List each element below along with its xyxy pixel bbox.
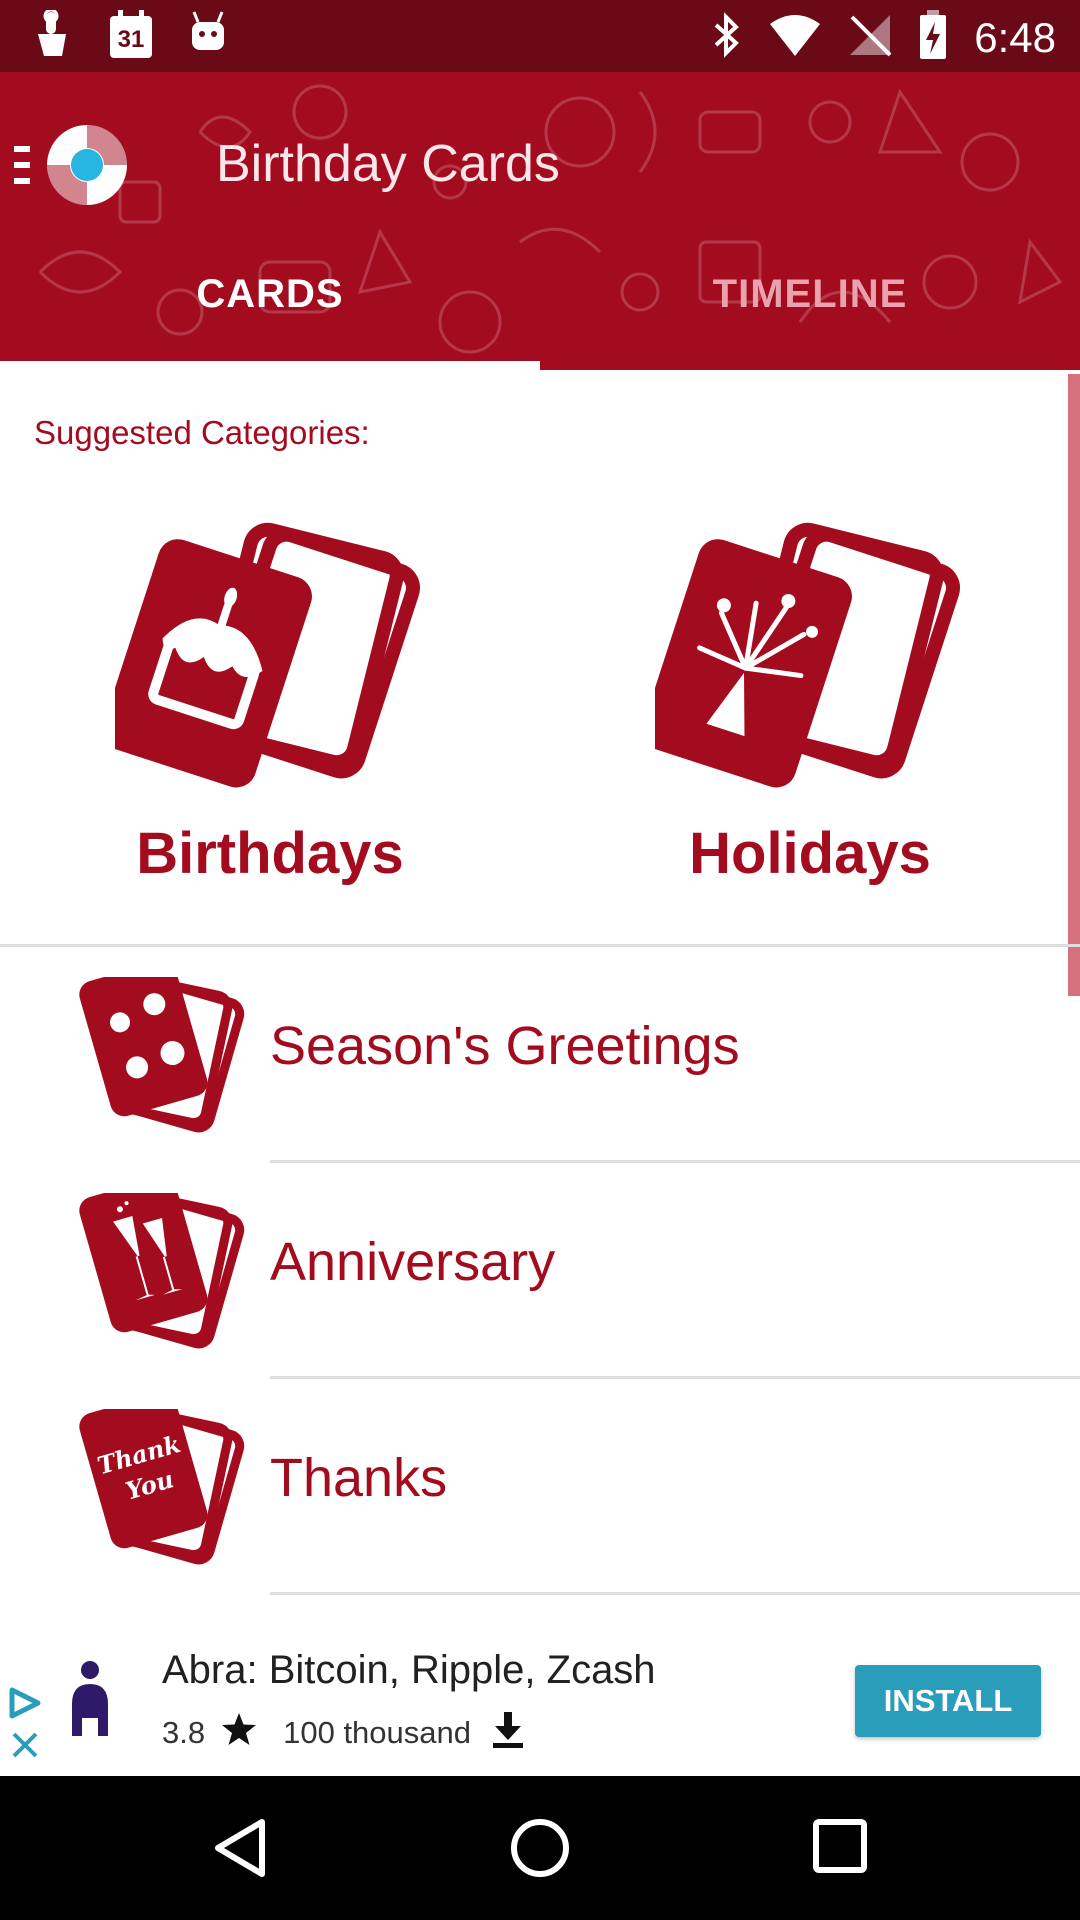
cards-content[interactable]: Suggested Categories: Birthdays Holidays… xyxy=(0,370,1080,1650)
ad-rating: 3.8 xyxy=(162,1715,206,1750)
ad-choices-icon[interactable] xyxy=(6,1686,44,1725)
nav-bar xyxy=(0,1776,1080,1920)
calendar-day: 31 xyxy=(117,26,145,53)
ad-downloads: 100 thousand xyxy=(283,1715,472,1750)
ad-app-icon[interactable] xyxy=(68,1660,112,1745)
back-icon[interactable] xyxy=(210,1816,270,1885)
thank-you-card-icon: Thank You xyxy=(46,1392,246,1594)
calendar-icon: 31 xyxy=(108,10,154,60)
no-signal-icon xyxy=(848,13,892,62)
ad-close-icon[interactable] xyxy=(10,1730,40,1765)
category-birthdays[interactable]: Birthdays xyxy=(0,520,540,886)
ad-meta: 3.8 100 thousand xyxy=(162,1710,525,1756)
bluetooth-icon xyxy=(712,11,742,64)
fireworks-card-icon xyxy=(642,520,965,795)
recents-icon[interactable] xyxy=(812,1818,868,1879)
status-bar: 31 6:48 xyxy=(0,0,1080,72)
list-item-thanks[interactable]: Thank You Thanks xyxy=(0,1379,1080,1595)
install-button[interactable]: INSTALL xyxy=(855,1665,1041,1737)
home-icon[interactable] xyxy=(508,1816,572,1885)
seasons-card-icon xyxy=(46,960,246,1162)
category-holidays[interactable]: Holidays xyxy=(540,520,1080,886)
category-birthdays-label: Birthdays xyxy=(136,821,404,886)
app-logo-icon[interactable] xyxy=(44,122,130,213)
list-separator xyxy=(270,1592,1080,1595)
birthday-cake-card-icon xyxy=(102,520,425,795)
download-icon xyxy=(491,1710,525,1756)
wifi-icon xyxy=(768,14,822,61)
list-item-thanks-label: Thanks xyxy=(270,1448,448,1508)
ad-banner[interactable]: Abra: Bitcoin, Ripple, Zcash 3.8 100 tho… xyxy=(0,1630,1080,1776)
list-item-seasons-greetings[interactable]: Season's Greetings xyxy=(0,947,1080,1163)
star-icon xyxy=(221,1712,257,1754)
menu-icon[interactable] xyxy=(14,142,36,195)
category-holidays-label: Holidays xyxy=(689,821,931,886)
status-time: 6:48 xyxy=(974,13,1056,61)
android-icon xyxy=(188,10,228,63)
tab-indicator xyxy=(0,361,540,370)
doodle-pattern xyxy=(38,84,1063,354)
list-item-anniversary[interactable]: Anniversary xyxy=(0,1163,1080,1379)
champagne-glasses-card-icon xyxy=(46,1176,246,1378)
list-item-anniversary-label: Anniversary xyxy=(270,1232,556,1292)
tab-cards[interactable]: CARDS xyxy=(0,272,540,317)
suggested-categories-label: Suggested Categories: xyxy=(34,414,370,451)
battery-charging-icon xyxy=(918,10,948,65)
list-item-seasons-greetings-label: Season's Greetings xyxy=(270,1016,740,1076)
touch-icon xyxy=(30,8,74,63)
ad-title[interactable]: Abra: Bitcoin, Ripple, Zcash xyxy=(162,1648,656,1693)
tab-timeline[interactable]: TIMELINE xyxy=(540,272,1080,317)
app-header: Birthday Cards CARDS TIMELINE xyxy=(0,72,1080,370)
app-title: Birthday Cards xyxy=(216,135,560,193)
